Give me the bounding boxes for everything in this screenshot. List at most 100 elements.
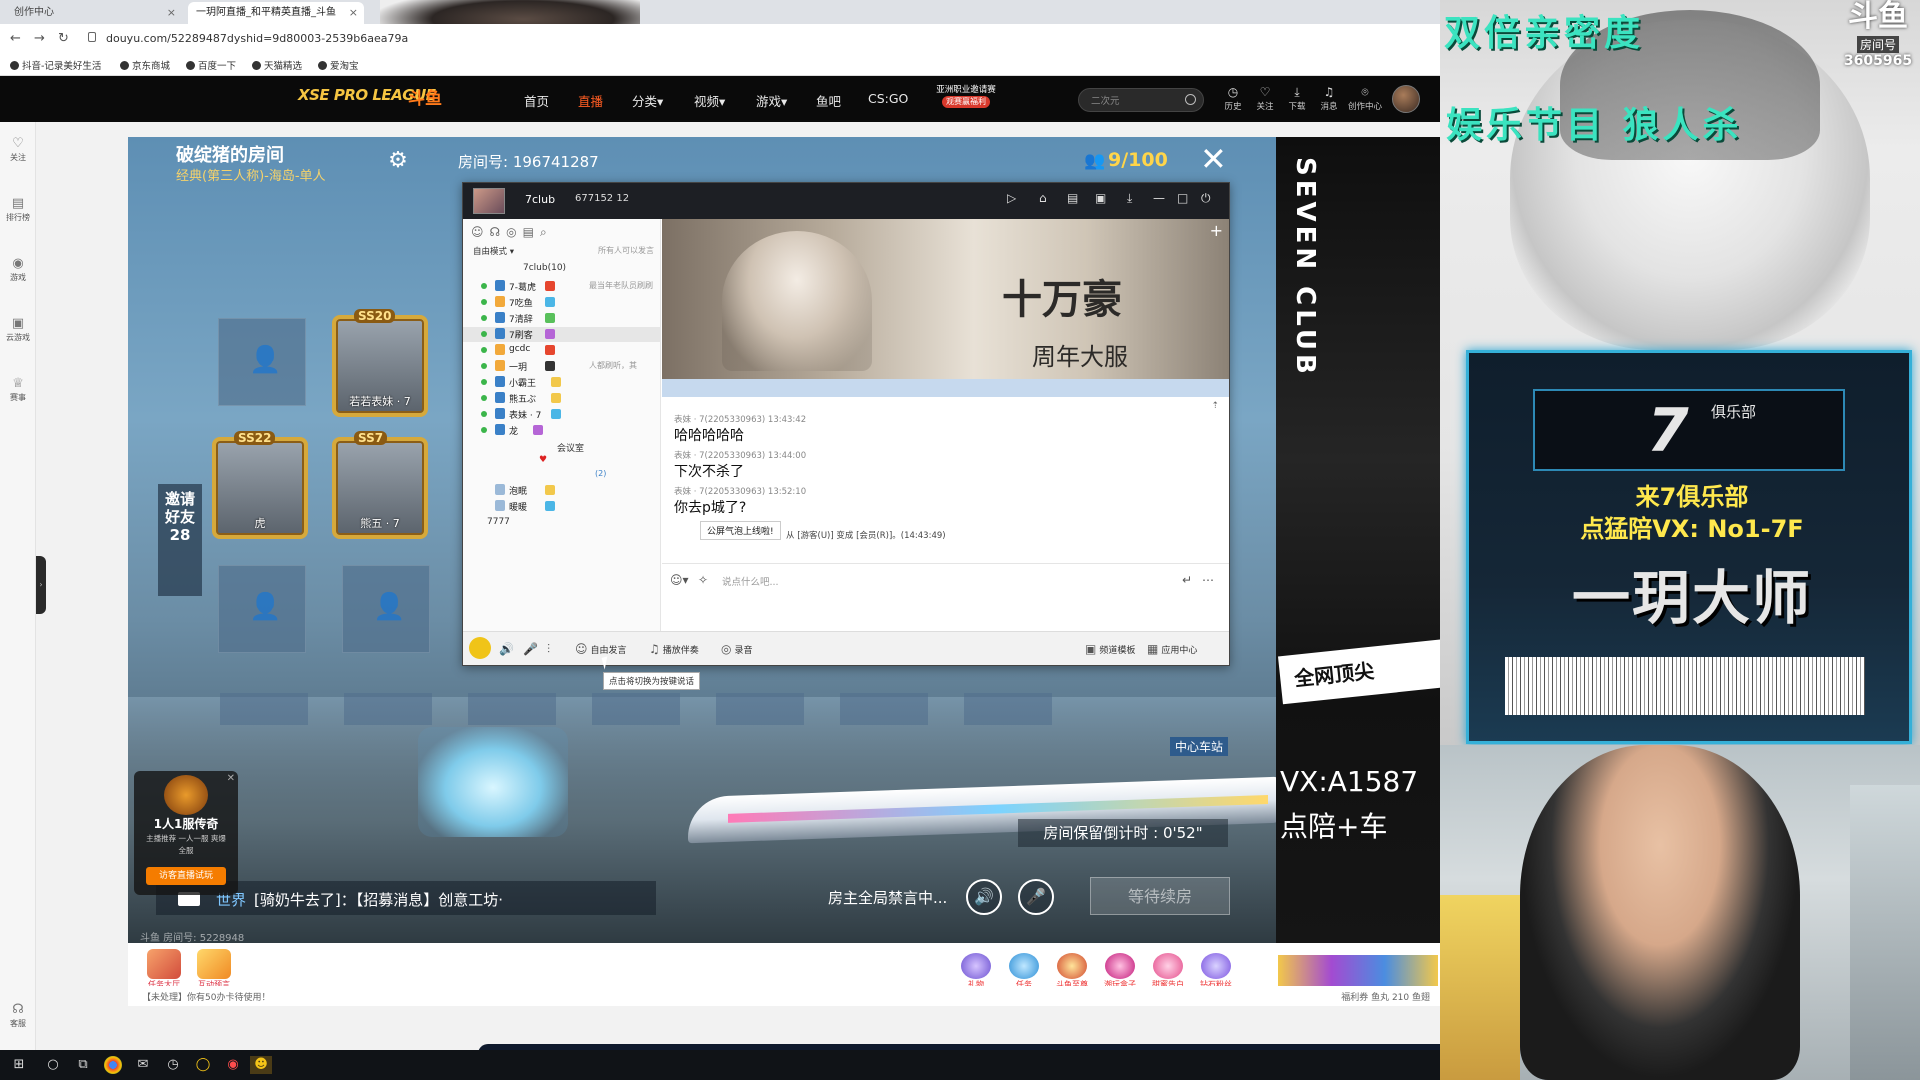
chat-input[interactable]: 说点什么吧... <box>722 574 779 588</box>
forward-icon[interactable]: → <box>34 31 45 46</box>
mail-icon[interactable]: ✉ <box>134 1056 152 1074</box>
gamepad-icon[interactable]: ▣ <box>1095 191 1106 205</box>
download-button[interactable]: ⤓ 下载 <box>1284 85 1310 112</box>
list-item[interactable]: 7吃鱼 <box>463 295 661 310</box>
list-item[interactable]: 龙 <box>463 423 661 438</box>
search-input[interactable]: 二次元 <box>1091 93 1120 107</box>
list-item[interactable]: 暖暖 <box>463 499 661 514</box>
close-icon[interactable]: × <box>167 2 176 24</box>
send-icon[interactable]: ↵ <box>1182 573 1192 587</box>
yy-logo[interactable] <box>469 637 491 659</box>
url-field[interactable]: douyu.com/52289487dyshid=9d80003-2539b6a… <box>106 29 1006 49</box>
accompaniment-button[interactable]: ♫ 播放伴奏 <box>649 642 699 656</box>
diamond-icon <box>1201 953 1231 979</box>
speaker-icon[interactable]: 🔊 <box>499 642 517 656</box>
nav-live[interactable]: 直播 <box>578 91 603 110</box>
douyu-logo[interactable]: 斗鱼 <box>408 84 442 109</box>
bookmark-douyin[interactable]: 抖音-记录美好生活 <box>10 58 101 72</box>
app-center-button[interactable]: ▦ 应用中心 <box>1147 642 1197 656</box>
sidebar-item-follow[interactable]: ♡ 关注 <box>0 136 36 163</box>
search-icon[interactable]: ○ <box>44 1056 62 1074</box>
download-icon[interactable]: ⤓ <box>1127 191 1132 206</box>
chrome-icon[interactable] <box>104 1056 122 1074</box>
message-button[interactable]: ♫ 消息 <box>1316 85 1342 112</box>
bookmark-taobao[interactable]: 爱淘宝 <box>318 58 359 72</box>
sub-channel[interactable]: 7777 <box>463 517 661 531</box>
list-item[interactable]: 一玥 人都刷听，其 <box>463 359 661 374</box>
search-box[interactable]: 二次元 <box>1078 88 1204 112</box>
channel-banner[interactable]: 十万豪 周年大服 + <box>662 219 1229 379</box>
tab-live-stream[interactable]: 一玥阿直播_和平精英直播_斗鱼 × <box>188 2 364 24</box>
avatar[interactable] <box>1392 85 1420 113</box>
scroll-up-icon[interactable]: ⇡ <box>1211 401 1219 411</box>
equalizer-icon[interactable]: ⫶ <box>547 642 553 657</box>
sidebar-toggle[interactable]: › <box>36 556 46 614</box>
sidebar-item-cloud-game[interactable]: ▣ 云游戏 <box>0 316 36 343</box>
ad-try-button[interactable]: 访客直播试玩 <box>146 867 226 885</box>
list-item[interactable]: 7刷客 <box>463 327 661 342</box>
maximize-icon[interactable]: □ <box>1177 191 1188 205</box>
creator-center-button[interactable]: ⌾ 创作中心 <box>1348 85 1382 112</box>
sidebar-item-game[interactable]: ◉ 游戏 <box>0 256 36 283</box>
clock-icon[interactable]: ◷ <box>164 1056 182 1074</box>
record-button[interactable]: ◎ 录音 <box>721 642 753 656</box>
nav-video[interactable]: 视频▾ <box>694 91 725 110</box>
sub-channel[interactable]: 会议室 <box>463 441 661 455</box>
nav-game[interactable]: 游戏▾ <box>756 91 787 110</box>
nav-category[interactable]: 分类▾ <box>632 91 663 110</box>
task-view-icon[interactable]: ⧉ <box>74 1056 92 1074</box>
list-item[interactable]: 7-葛虎 最当年老队员刷刷 <box>463 279 661 294</box>
sidebar-item-service[interactable]: ☊ 客服 <box>0 1002 36 1029</box>
history-button[interactable]: ◷ 历史 <box>1220 85 1246 112</box>
home-icon[interactable]: ⌂ <box>1039 191 1047 205</box>
browser-window: 创作中心 × 一玥阿直播_和平精英直播_斗鱼 × ← → ↻ douyu.com… <box>0 0 1440 1080</box>
close-icon[interactable]: ✕ <box>227 773 235 784</box>
yy-icon[interactable]: ☻ <box>250 1056 272 1074</box>
list-item[interactable]: 小霸王 <box>463 375 661 390</box>
nav-home[interactable]: 首页 <box>524 91 549 110</box>
video-icon[interactable]: ▷ <box>1007 191 1016 205</box>
windows-icon[interactable]: ⊞ <box>10 1056 28 1074</box>
close-icon[interactable]: × <box>349 2 358 24</box>
free-speak-button[interactable]: ☺ 自由发言 <box>575 642 627 656</box>
gift-strip[interactable] <box>1278 955 1438 987</box>
voice-chat-window[interactable]: 7club 677152 12 ▷ ⌂ ▤ ▣ ⤓ — □ ⏻ ☺☊◎▤⌕ 自由… <box>462 182 1230 666</box>
bookmark-tmall[interactable]: 天猫精选 <box>252 58 302 72</box>
bookmark-jd[interactable]: 京东商城 <box>120 58 170 72</box>
nav-fishbar[interactable]: 鱼吧 <box>816 91 841 110</box>
nav-csgo[interactable]: CS:GO <box>868 91 908 106</box>
voice-chat-titlebar[interactable]: 7club 677152 12 ▷ ⌂ ▤ ▣ ⤓ — □ ⏻ <box>463 183 1229 219</box>
minimize-icon[interactable]: — <box>1153 191 1165 205</box>
list-item[interactable]: 7清辞 <box>463 311 661 326</box>
back-icon[interactable]: ← <box>10 31 21 46</box>
speak-mode[interactable]: 自由模式 ▾ <box>473 245 514 257</box>
weibo-icon[interactable]: ◉ <box>224 1056 242 1074</box>
more-icon[interactable]: ⋯ <box>1202 573 1214 587</box>
promo-banner[interactable]: 亚洲职业邀请赛 观赛赢福利 <box>930 84 1002 114</box>
follow-button[interactable]: ♡ 关注 <box>1252 85 1278 112</box>
plus-icon[interactable]: + <box>1210 221 1223 240</box>
game-ad[interactable]: ✕ 1人1服传奇 主播推荐 一人一服 爽爆全服 访客直播试玩 <box>134 771 238 895</box>
emoji-icon[interactable]: ☺▾ <box>670 573 689 587</box>
list-item[interactable]: 泡眠 <box>463 483 661 498</box>
voice-toolbar: 🔊 🎤 ⫶ ☺ 自由发言 ♫ 播放伴奏 ◎ 录音 ▣ 频道模板 ▦ 应用中心 <box>463 631 1229 665</box>
bubble-icon[interactable]: ✧ <box>698 573 708 587</box>
reload-icon[interactable]: ↻ <box>58 31 69 46</box>
list-icon[interactable]: ▤ <box>1067 191 1078 205</box>
microphone-icon[interactable]: 🎤 <box>523 642 541 656</box>
tab-creator-center[interactable]: 创作中心 × <box>6 2 182 24</box>
bookmark-baidu[interactable]: 百度一下 <box>186 58 236 72</box>
template-button[interactable]: ▣ 频道模板 <box>1085 642 1135 656</box>
power-icon[interactable]: ⏻ <box>1201 191 1211 206</box>
channel-tools[interactable]: ☺☊◎▤⌕ <box>471 225 553 240</box>
sidebar-item-rank[interactable]: ▤ 排行榜 <box>0 196 36 223</box>
circle-app-icon[interactable]: ◯ <box>194 1056 212 1074</box>
bookmarks-bar: 抖音-记录美好生活 京东商城 百度一下 天猫精选 爱淘宝 <box>0 54 1440 76</box>
channel-header[interactable]: 7club(10) <box>523 263 566 273</box>
list-item[interactable]: gcdc <box>463 343 661 358</box>
list-item[interactable]: 熊五ぶ <box>463 391 661 406</box>
left-sidebar: ♡ 关注 ▤ 排行榜 ◉ 游戏 ▣ 云游戏 ♕ 赛事 ☊ 客服 <box>0 122 36 1050</box>
search-icon[interactable] <box>1185 94 1196 105</box>
list-item[interactable]: 表妹 · 7 <box>463 407 661 422</box>
sidebar-item-match[interactable]: ♕ 赛事 <box>0 376 36 403</box>
